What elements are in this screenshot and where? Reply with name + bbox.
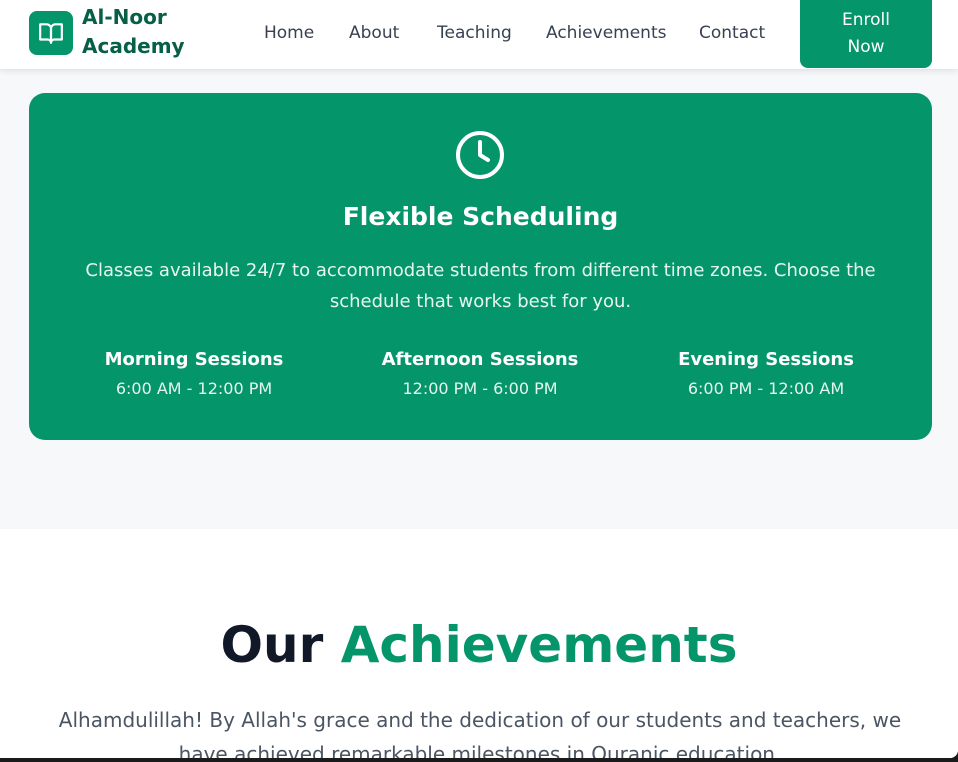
achievements-section: Our Achievements Alhamdulillah! By Allah… (0, 529, 958, 758)
navbar: Al-Noor Academy Home About Teaching Achi… (0, 0, 958, 69)
heading-part-achievements: Achievements (340, 616, 738, 674)
page: Al-Noor Academy Home About Teaching Achi… (0, 0, 958, 758)
brand-name[interactable]: Al-Noor Academy (82, 3, 212, 61)
flexible-scheduling-card: Flexible Scheduling Classes available 24… (29, 93, 932, 440)
enroll-now-button[interactable]: Enroll Now (800, 0, 932, 68)
heading-part-our: Our (220, 616, 324, 674)
logo[interactable] (29, 11, 73, 55)
nav-link-achievements[interactable]: Achievements (546, 21, 666, 45)
enroll-label-line-1: Enroll (842, 9, 890, 30)
brand-line-1: Al-Noor (82, 5, 167, 29)
session-time: 6:00 PM - 12:00 AM (687, 379, 845, 398)
session-time: 6:00 AM - 12:00 PM (115, 379, 273, 398)
session-title: Afternoon Sessions (381, 349, 579, 370)
session-title: Evening Sessions (678, 349, 854, 370)
enroll-label-line-2: Now (847, 36, 885, 57)
session-title: Morning Sessions (104, 349, 284, 370)
nav-link-teaching[interactable]: Teaching (437, 21, 512, 45)
teaching-section: Flexible Scheduling Classes available 24… (0, 69, 958, 529)
session-evening: Evening Sessions 6:00 PM - 12:00 AM (636, 347, 896, 402)
clock-icon (456, 131, 504, 179)
nav-link-contact[interactable]: Contact (699, 21, 765, 45)
session-morning: Morning Sessions 6:00 AM - 12:00 PM (64, 347, 324, 402)
session-afternoon: Afternoon Sessions 12:00 PM - 6:00 PM (350, 347, 610, 402)
nav-link-home[interactable]: Home (264, 21, 314, 45)
card-description: Classes available 24/7 to accommodate st… (85, 260, 876, 312)
book-open-icon (39, 23, 63, 44)
achievements-heading: Our Achievements (0, 615, 958, 675)
card-title: Flexible Scheduling (342, 202, 619, 231)
brand-line-2: Academy (82, 34, 185, 58)
achievements-description: Alhamdulillah! By Allah's grace and the … (58, 708, 902, 758)
nav-link-about[interactable]: About (349, 21, 399, 45)
session-time: 12:00 PM - 6:00 PM (402, 379, 558, 398)
